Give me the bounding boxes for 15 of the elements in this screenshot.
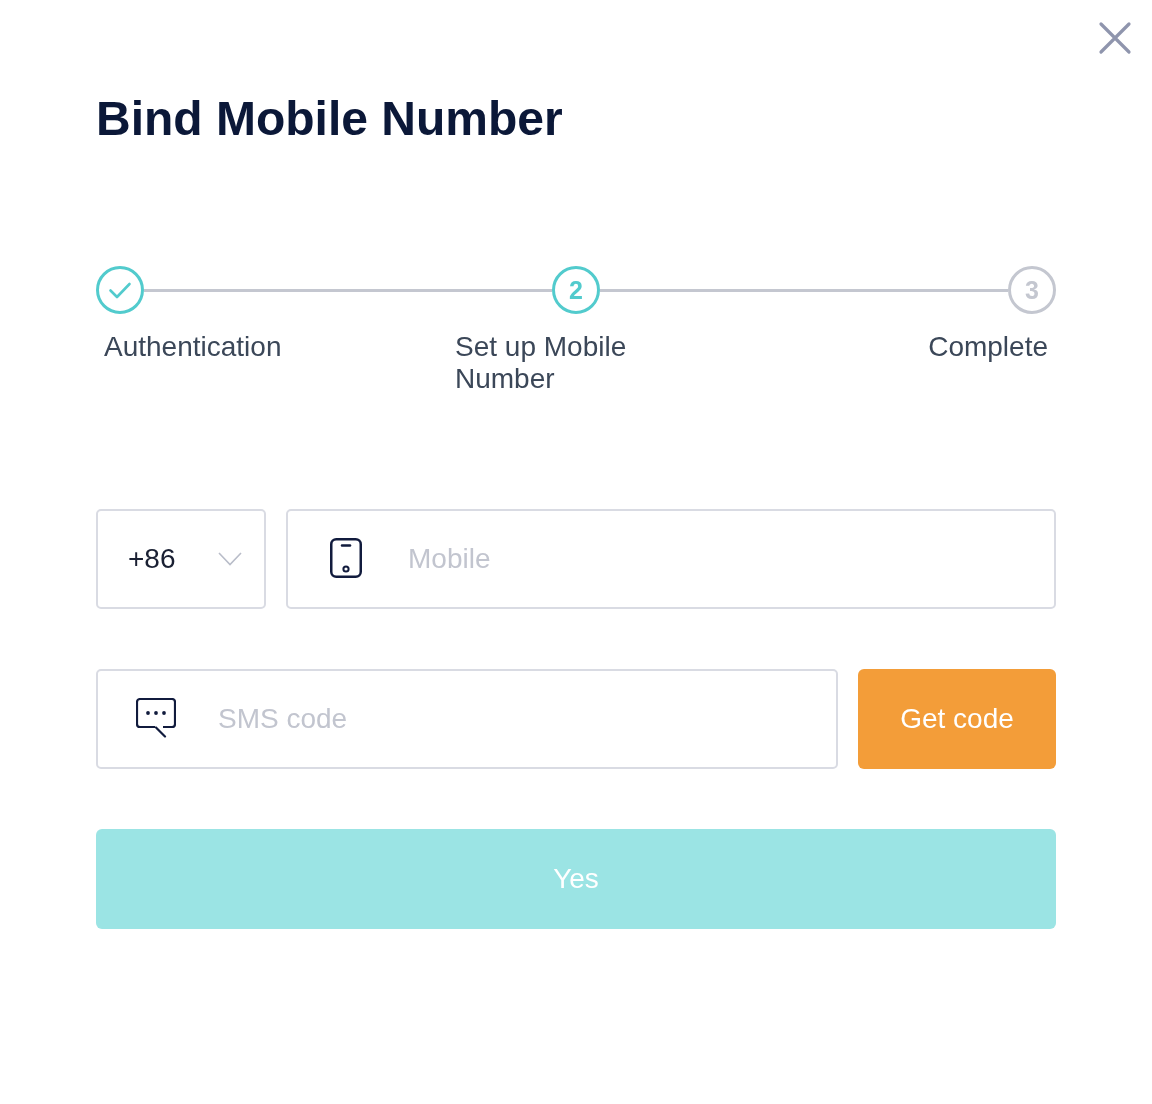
country-code-select[interactable]: +86 <box>96 509 266 609</box>
close-button[interactable] <box>1097 20 1133 56</box>
step-label: Authentication <box>104 331 282 363</box>
get-code-button[interactable]: Get code <box>858 669 1056 769</box>
chat-bubble-icon <box>136 698 176 738</box>
close-icon <box>1098 21 1132 55</box>
chevron-down-icon <box>218 552 242 566</box>
dialog-title: Bind Mobile Number <box>96 91 563 147</box>
phone-icon <box>330 538 362 578</box>
step-number: 2 <box>552 266 600 314</box>
step-label: Complete <box>928 331 1048 363</box>
mobile-field[interactable]: Mobile <box>286 509 1056 609</box>
step-label: Set up Mobile Number <box>455 331 628 395</box>
step-number: 3 <box>1008 266 1056 314</box>
sms-code-field[interactable]: SMS code <box>96 669 838 769</box>
